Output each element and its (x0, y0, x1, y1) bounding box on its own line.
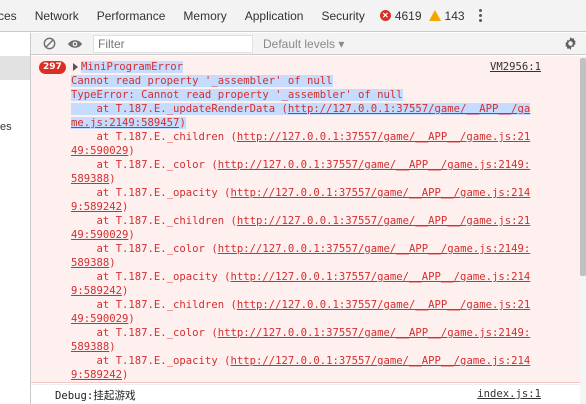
stack-frame-text: ) (122, 201, 129, 213)
error-source-link[interactable]: VM2956:1 (490, 61, 541, 73)
stack-frame-link[interactable]: http://127.0.0.1:37557/game/__APP__/game… (218, 159, 531, 171)
stack-frame-text: at T.187.E._children ( (71, 215, 237, 227)
error-text: TypeError: Cannot read property '_assemb… (71, 89, 403, 101)
console-output[interactable]: 297 VM2956:1 MiniProgramError Cannot read… (31, 56, 586, 404)
stack-frame-link[interactable]: 589388 (71, 257, 109, 269)
console-toolbar: Default levels ▾ (31, 33, 586, 55)
stack-trace-line: at T.187.E._opacity (http://127.0.0.1:37… (71, 186, 531, 200)
stack-frame-link[interactable]: http://127.0.0.1:37557/game/__APP__/game… (237, 131, 530, 143)
stack-trace-line: at T.187.E._children (http://127.0.0.1:3… (71, 298, 531, 312)
sidebar-item-label[interactable]: es (0, 121, 12, 133)
clear-console-icon[interactable] (41, 36, 57, 52)
debug-message: Debug:挂起游戏 (55, 390, 136, 402)
stack-frame-link[interactable]: http://127.0.0.1:37557/game/__APP__/game… (237, 215, 530, 227)
more-options-icon[interactable] (478, 9, 483, 22)
devtools-tab-bar: ces Network Performance Memory Applicati… (0, 0, 586, 32)
stack-trace-line: Cannot read property '_assembler' of nul… (71, 74, 333, 88)
stack-frame-link[interactable]: http://127.0.0.1:37557/game/__APP__/game… (218, 243, 531, 255)
tab-network[interactable]: Network (26, 0, 88, 32)
log-levels-dropdown[interactable]: Default levels ▾ (263, 37, 344, 51)
tab-security[interactable]: Security (312, 0, 373, 32)
stack-frame-text: ) (122, 369, 129, 381)
stack-trace-line: 49:590029) (71, 228, 135, 242)
stack-frame-link[interactable]: http://127.0.0.1:37557/game/__APP__/game… (237, 299, 530, 311)
stack-frame-link[interactable]: http://127.0.0.1:37557/game/__APP__/game… (230, 355, 530, 367)
stack-frame-text: ) (128, 229, 135, 241)
stack-frame-link[interactable]: 49:590029 (71, 145, 128, 157)
stack-trace-line: 589388) (71, 340, 116, 354)
stack-frame-link[interactable]: http://127.0.0.1:37557/game/__APP__/ga (287, 103, 531, 115)
scrollbar-thumb[interactable] (580, 58, 586, 276)
tab-memory[interactable]: Memory (174, 0, 235, 32)
stack-frame-link[interactable]: http://127.0.0.1:37557/game/__APP__/game… (218, 327, 531, 339)
debug-log-row[interactable]: Debug:挂起游戏 index.js:1 (31, 384, 586, 404)
stack-trace-line: at T.187.E._children (http://127.0.0.1:3… (71, 214, 531, 228)
stack-frame-text: at T.187.E._children ( (71, 131, 237, 143)
stack-trace-line: at T.187.E._updateRenderData (http://127… (71, 102, 531, 116)
stack-trace-line: 589388) (71, 256, 116, 270)
stack-trace-line: 49:590029) (71, 144, 135, 158)
stack-frame-text: ) (109, 341, 116, 353)
error-message[interactable]: 297 VM2956:1 MiniProgramError Cannot read… (31, 56, 586, 383)
repeat-count-badge: 297 (39, 61, 66, 74)
error-title: MiniProgramError (81, 60, 184, 74)
stack-frame-link[interactable]: http://127.0.0.1:37557/game/__APP__/game… (230, 271, 530, 283)
console-settings-gear-icon[interactable] (563, 36, 578, 54)
stack-frame-text: at T.187.E._color ( (71, 243, 218, 255)
console-sidebar: es (0, 33, 31, 404)
stack-frame-text: at T.187.E._opacity ( (71, 187, 231, 199)
expand-triangle-icon[interactable] (73, 63, 78, 71)
stack-trace-line: 9:589242) (71, 368, 128, 382)
warning-count: 143 (444, 8, 465, 23)
stack-trace-line: 9:589242) (71, 284, 128, 298)
filter-input[interactable] (93, 34, 253, 53)
stack-frame-text: ) (122, 285, 129, 297)
stack-trace-line: 9:589242) (71, 200, 128, 214)
stack-frame-link[interactable]: 589388 (71, 173, 109, 185)
stack-frame-text: at T.187.E._opacity ( (71, 355, 231, 367)
stack-frame-text: ) (179, 117, 186, 129)
error-text: Cannot read property '_assembler' of nul… (71, 75, 333, 87)
stack-frame-link[interactable]: 9:589242 (71, 285, 122, 297)
stack-frame-link[interactable]: http://127.0.0.1:37557/game/__APP__/game… (230, 187, 530, 199)
warning-icon (428, 10, 441, 21)
sidebar-selected-item[interactable] (0, 56, 30, 80)
stack-frame-text: ) (128, 313, 135, 325)
stack-trace-line: at T.187.E._color (http://127.0.0.1:3755… (71, 158, 531, 172)
stack-trace-line: at T.187.E._children (http://127.0.0.1:3… (71, 130, 531, 144)
tab-sources[interactable]: ces (0, 0, 26, 32)
stack-trace-line: at T.187.E._opacity (http://127.0.0.1:37… (71, 270, 531, 284)
stack-frame-link[interactable]: 589388 (71, 341, 109, 353)
stack-frame-link[interactable]: 9:589242 (71, 369, 122, 381)
stack-trace-line: me.js:2149:589457) (71, 116, 186, 130)
tab-application[interactable]: Application (236, 0, 313, 32)
error-count: 4619 (394, 8, 422, 23)
stack-frame-text: at T.187.E._opacity ( (71, 271, 231, 283)
stack-frame-link[interactable]: 49:590029 (71, 229, 128, 241)
stack-trace-line: 589388) (71, 172, 116, 186)
stack-trace-line: at T.187.E._color (http://127.0.0.1:3755… (71, 242, 531, 256)
error-text: MiniProgramError (81, 61, 184, 73)
stack-frame-text: ) (109, 257, 116, 269)
stack-trace-line: 49:590029) (71, 312, 135, 326)
error-icon: ✕ (379, 10, 391, 21)
stack-frame-text: at T.187.E._color ( (71, 327, 218, 339)
live-expression-eye-icon[interactable] (67, 36, 83, 52)
stack-frame-text: at T.187.E._updateRenderData ( (71, 103, 288, 115)
stack-frame-link[interactable]: 9:589242 (71, 201, 122, 213)
debug-source-link[interactable]: index.js:1 (477, 388, 541, 400)
stack-frame-text: at T.187.E._children ( (71, 299, 237, 311)
stack-trace-line: at T.187.E._color (http://127.0.0.1:3755… (71, 326, 531, 340)
issue-counts[interactable]: ✕ 4619 143 (379, 8, 465, 23)
stack-trace-line: TypeError: Cannot read property '_assemb… (71, 88, 403, 102)
stack-frame-text: ) (128, 145, 135, 157)
stack-frame-text: at T.187.E._color ( (71, 159, 218, 171)
stack-frame-text: ) (109, 173, 116, 185)
stack-frame-link[interactable]: me.js:2149:589457 (71, 117, 180, 129)
tab-performance[interactable]: Performance (88, 0, 175, 32)
stack-trace-line: at T.187.E._opacity (http://127.0.0.1:37… (71, 354, 531, 368)
stack-frame-link[interactable]: 49:590029 (71, 313, 128, 325)
